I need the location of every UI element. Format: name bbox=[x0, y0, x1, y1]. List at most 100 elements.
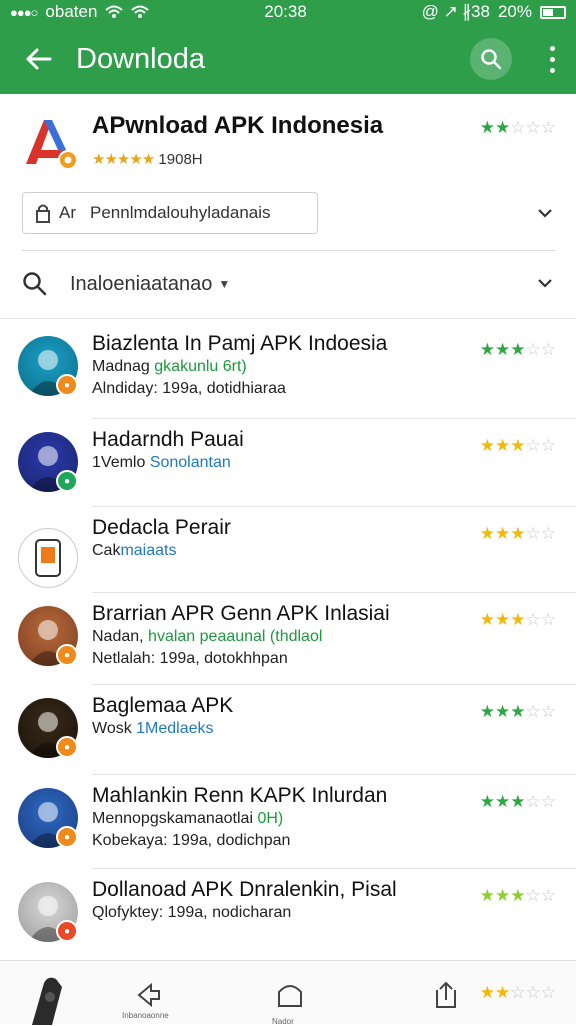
item-subtitle: Mennopgskamanaotlai 0H) bbox=[92, 810, 283, 828]
list-item[interactable]: ● Baglemaa APK Wosk 1Medlaeks ★★★☆☆ bbox=[0, 692, 576, 780]
system-icons: @ ↗ ∦38 bbox=[421, 2, 490, 21]
star-empty-icon: ☆ bbox=[525, 436, 541, 455]
star-filled-icon: ★ bbox=[479, 792, 495, 811]
source-badge-icon: ● bbox=[56, 374, 78, 396]
row-divider bbox=[92, 592, 576, 593]
list-item[interactable]: ● Dollanoad APK Dnralenkin, Pisal Qlofykte… bbox=[0, 876, 576, 964]
caret-down-icon: ▼ bbox=[218, 277, 231, 291]
more-options-button[interactable] bbox=[534, 24, 570, 94]
row-divider bbox=[92, 774, 576, 775]
star-filled-icon: ★ bbox=[510, 702, 526, 721]
clock: 20:38 bbox=[264, 2, 307, 21]
home-icon bbox=[278, 985, 302, 1007]
item-subtitle-text: Qlofyktey: 199a, nodicharan bbox=[92, 904, 292, 921]
star-empty-icon: ☆ bbox=[525, 983, 541, 1002]
bottom-nav: Inbanoaonne Nador ★★☆☆☆ bbox=[0, 960, 576, 1026]
star-empty-icon: ☆ bbox=[540, 610, 556, 629]
item-title: Dollanoad APK Dnralenkin, Pisal bbox=[92, 878, 397, 901]
wifi-icon-secondary bbox=[131, 5, 150, 18]
list-item[interactable]: ● Biazlenta In Pamj APK Indoesia Madnag gk… bbox=[0, 330, 576, 419]
item-subtitle: Qlofyktey: 199a, nodicharan bbox=[92, 904, 291, 922]
star-empty-icon: ☆ bbox=[525, 340, 541, 359]
nav-home-button[interactable] bbox=[270, 975, 310, 1015]
filter-field[interactable]: Ar Pennlmdalouhyladanais bbox=[22, 192, 318, 234]
star-empty-icon: ☆ bbox=[525, 792, 541, 811]
source-badge-icon: ● bbox=[56, 920, 78, 942]
filter-prefix: Ar bbox=[59, 203, 76, 222]
star-filled-icon: ★ bbox=[510, 340, 526, 359]
back-button[interactable] bbox=[0, 24, 76, 94]
item-title: Hadarndh Pauai bbox=[92, 428, 244, 451]
item-title: Dedacla Perair bbox=[92, 516, 231, 539]
list-item[interactable]: Dedacla Perair Cakmaiaats ★★★☆☆ bbox=[0, 514, 576, 602]
item-subtitle-text: Wosk bbox=[92, 720, 137, 737]
battery-percent: 20% bbox=[497, 2, 532, 21]
star-empty-icon: ☆ bbox=[525, 118, 541, 137]
item-subtitle: Wosk 1Medlaeks bbox=[92, 720, 214, 738]
star-empty-icon: ☆ bbox=[540, 983, 556, 1002]
list-item[interactable]: ● Mahlankin Renn KAPK Inlurdan Mennopgskam… bbox=[0, 782, 576, 870]
app-bar: Downloda bbox=[0, 24, 576, 94]
item-rating: ★★★☆☆ bbox=[480, 702, 556, 722]
item-title: Biazlenta In Pamj APK Indoesia bbox=[92, 332, 388, 355]
star-filled-icon: ★ bbox=[495, 792, 511, 811]
item-meta: Kobekaya: 199a, dodichpan bbox=[92, 832, 291, 849]
star-filled-icon: ★ bbox=[495, 524, 511, 543]
item-rating: ★★★☆☆ bbox=[480, 610, 556, 630]
star-filled-icon: ★ bbox=[510, 792, 526, 811]
list-item[interactable]: ● Brarrian APR Genn APK Inlasiai Nadan, hv… bbox=[0, 600, 576, 688]
item-subtitle-text: Nadan, bbox=[92, 628, 149, 645]
share-icon bbox=[436, 981, 456, 1008]
star-empty-icon: ☆ bbox=[525, 524, 541, 543]
battery-icon bbox=[539, 5, 566, 19]
nav-back-button[interactable] bbox=[128, 975, 168, 1015]
item-subtitle-text: 1Vemlo bbox=[92, 454, 150, 471]
star-filled-icon: ★ bbox=[495, 118, 511, 137]
header-stars-icon: ★★★★★ bbox=[92, 151, 155, 168]
nav-share-button[interactable] bbox=[426, 975, 466, 1015]
row-divider bbox=[92, 684, 576, 685]
star-empty-icon: ☆ bbox=[540, 792, 556, 811]
chevron-down-icon[interactable] bbox=[536, 204, 554, 222]
item-title: Mahlankin Renn KAPK Inlurdan bbox=[92, 784, 388, 807]
star-empty-icon: ☆ bbox=[510, 983, 526, 1002]
chevron-down-icon[interactable] bbox=[536, 274, 554, 292]
list-item[interactable]: ● Hadarndh Pauai 1Vemlo Sonolantan ★★★☆☆ bbox=[0, 426, 576, 514]
star-filled-icon: ★ bbox=[479, 983, 495, 1002]
bottom-rating: ★★☆☆☆ bbox=[480, 983, 556, 1003]
star-empty-icon: ☆ bbox=[540, 118, 556, 137]
star-empty-icon: ☆ bbox=[525, 886, 541, 905]
app-meta: ★★★★★ 1908H bbox=[92, 150, 203, 168]
item-subtitle: 1Vemlo Sonolantan bbox=[92, 454, 231, 472]
back-nav-icon bbox=[137, 982, 160, 1008]
item-tag: Sonolantan bbox=[149, 454, 231, 471]
star-empty-icon: ☆ bbox=[525, 610, 541, 629]
divider bbox=[22, 250, 556, 251]
star-filled-icon: ★ bbox=[495, 983, 511, 1002]
search-button[interactable] bbox=[470, 38, 512, 80]
status-bar: ●●●○ obaten 20:38 @ ↗ ∦38 20% bbox=[0, 0, 576, 24]
row-divider bbox=[92, 418, 576, 419]
avatar bbox=[18, 528, 78, 588]
star-empty-icon: ☆ bbox=[540, 886, 556, 905]
item-subtitle: Nadan, hvalan peaaunal (thdlaol bbox=[92, 628, 322, 646]
arrow-left-icon bbox=[26, 48, 52, 70]
sort-dropdown[interactable]: Inaloeniaatanao ▼ bbox=[22, 258, 556, 310]
filter-value: Pennlmdalouhyladanais bbox=[90, 203, 271, 222]
more-vert-icon bbox=[549, 43, 555, 76]
wifi-icon bbox=[105, 5, 124, 18]
star-filled-icon: ★ bbox=[510, 524, 526, 543]
star-filled-icon: ★ bbox=[510, 610, 526, 629]
item-subtitle-text: Madnag bbox=[92, 358, 155, 375]
star-filled-icon: ★ bbox=[479, 340, 495, 359]
nav-home-label: Nador bbox=[272, 1017, 294, 1026]
star-filled-icon: ★ bbox=[495, 340, 511, 359]
star-filled-icon: ★ bbox=[479, 524, 495, 543]
star-empty-icon: ☆ bbox=[540, 702, 556, 721]
star-filled-icon: ★ bbox=[479, 436, 495, 455]
item-subtitle: Cakmaiaats bbox=[92, 542, 176, 560]
star-filled-icon: ★ bbox=[510, 886, 526, 905]
item-tag: 0H) bbox=[257, 810, 284, 827]
app-logo bbox=[26, 120, 78, 170]
item-rating: ★★★☆☆ bbox=[480, 886, 556, 906]
